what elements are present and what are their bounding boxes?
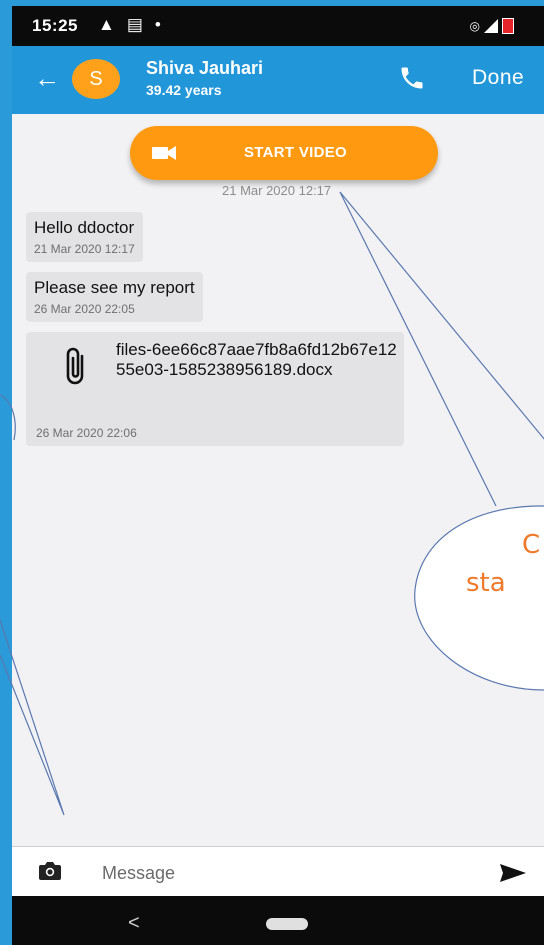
- paperclip-icon: [66, 347, 84, 385]
- back-arrow-icon[interactable]: ←: [34, 64, 60, 92]
- message-text: Hello ddoctor: [34, 218, 135, 237]
- message-composer: [12, 846, 544, 897]
- file-name[interactable]: files-6ee66c87aae7fb8a6fd12b67e1255e03-1…: [116, 340, 406, 380]
- screenshot-page: 15:25 ▲ ▤ • ◎ ← S Shiva Jauhari 39.42 ye…: [0, 0, 544, 945]
- chat-messages[interactable]: START VIDEO 21 Mar 2020 12:17 Hello ddoc…: [12, 114, 544, 834]
- nav-back-icon[interactable]: <: [128, 912, 140, 935]
- status-notification-icons: ▲ ▤ •: [98, 15, 161, 35]
- navigation-bar: <: [12, 896, 544, 945]
- callout-text-line1: C: [522, 530, 541, 560]
- message-bubble[interactable]: Hello ddoctor 21 Mar 2020 12:17: [26, 212, 143, 262]
- phone-screen: 15:25 ▲ ▤ • ◎ ← S Shiva Jauhari 39.42 ye…: [0, 0, 544, 945]
- send-icon[interactable]: [500, 863, 526, 883]
- message-bubble[interactable]: Please see my report 26 Mar 2020 22:05: [26, 272, 203, 322]
- nav-home-pill[interactable]: [266, 918, 308, 930]
- contact-age: 39.42 years: [146, 82, 222, 98]
- message-input[interactable]: [100, 857, 484, 889]
- start-video-label: START VIDEO: [244, 144, 348, 161]
- battery-icon: [502, 18, 514, 34]
- file-message-timestamp: 26 Mar 2020 22:06: [36, 426, 137, 440]
- dot-icon: •: [154, 15, 161, 34]
- avatar[interactable]: S: [72, 59, 120, 99]
- file-message-bubble[interactable]: files-6ee66c87aae7fb8a6fd12b67e1255e03-1…: [26, 332, 404, 446]
- phone-call-icon[interactable]: [398, 64, 426, 92]
- message-timestamp: 21 Mar 2020 12:17: [34, 242, 135, 256]
- start-video-button[interactable]: START VIDEO: [130, 126, 438, 180]
- camera-icon[interactable]: [38, 861, 62, 881]
- message-icon: ▤: [126, 15, 143, 34]
- status-system-icons: ◎: [470, 18, 514, 34]
- video-timestamp: 21 Mar 2020 12:17: [222, 183, 332, 198]
- status-time: 15:25: [32, 16, 78, 35]
- callout-text-line2: sta: [466, 568, 506, 598]
- hotspot-icon: ◎: [469, 19, 480, 33]
- status-bar: 15:25 ▲ ▤ • ◎: [12, 6, 544, 46]
- signal-icon: [484, 19, 498, 33]
- message-text: Please see my report: [34, 278, 195, 297]
- warning-icon: ▲: [98, 15, 115, 34]
- done-button[interactable]: Done: [472, 66, 524, 90]
- chat-header: ← S Shiva Jauhari 39.42 years Done: [12, 46, 544, 114]
- message-timestamp: 26 Mar 2020 22:05: [34, 302, 135, 316]
- video-camera-icon: [152, 146, 176, 160]
- contact-name: Shiva Jauhari: [146, 58, 264, 78]
